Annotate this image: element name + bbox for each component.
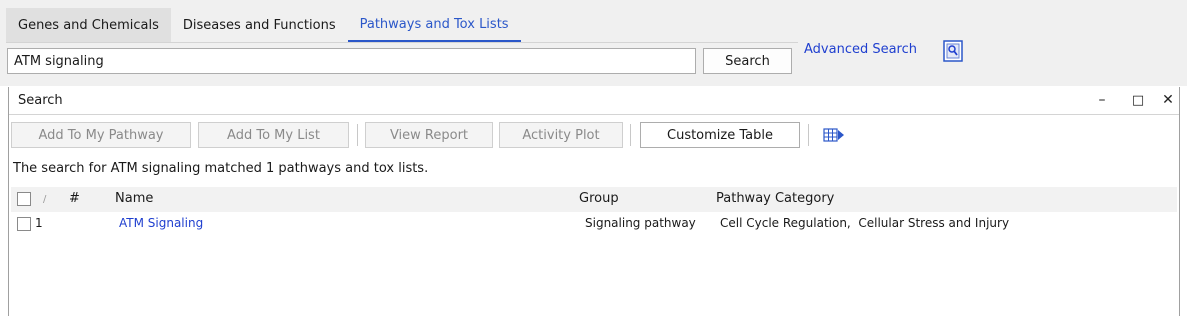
table-header: / # Name Group Pathway Category	[11, 187, 1177, 212]
results-toolbar: Add To My Pathway Add To My List View Re…	[9, 120, 1179, 148]
results-table: / # Name Group Pathway Category 1 ATM Si…	[11, 187, 1177, 237]
toolbar-separator	[808, 124, 809, 146]
close-icon[interactable]: ✕	[1158, 90, 1178, 110]
column-header-number[interactable]: #	[69, 191, 80, 206]
minimize-icon[interactable]: –	[1092, 90, 1112, 110]
toolbar-separator	[630, 124, 631, 146]
panel-title: Search	[18, 93, 63, 108]
select-all-checkbox[interactable]	[17, 192, 31, 206]
add-to-my-list-button[interactable]: Add To My List	[198, 122, 349, 148]
row-checkbox[interactable]	[17, 217, 31, 231]
search-button[interactable]: Search	[703, 48, 792, 74]
advanced-search-link[interactable]: Advanced Search	[804, 42, 917, 57]
search-tabs: Genes and Chemicals Diseases and Functio…	[6, 8, 521, 42]
panel-header: Search – □ ✕	[9, 87, 1179, 115]
maximize-icon[interactable]: □	[1128, 90, 1148, 110]
search-results-panel: Search – □ ✕ Add To My Pathway Add To My…	[8, 87, 1180, 316]
tab-diseases-and-functions[interactable]: Diseases and Functions	[171, 8, 348, 42]
row-group: Signaling pathway	[585, 216, 696, 230]
row-number: 1	[35, 216, 43, 230]
toolbar-separator	[357, 124, 358, 146]
column-header-group[interactable]: Group	[579, 191, 619, 206]
tab-pathways-and-tox-lists[interactable]: Pathways and Tox Lists	[347, 8, 521, 42]
customize-table-button[interactable]: Customize Table	[640, 122, 800, 148]
table-row[interactable]: 1 ATM Signaling Signaling pathway Cell C…	[11, 212, 1177, 237]
table-columns-icon[interactable]	[823, 126, 845, 144]
sort-icon[interactable]: /	[43, 194, 46, 205]
tab-divider	[6, 42, 798, 43]
activity-plot-button[interactable]: Activity Plot	[499, 122, 623, 148]
tab-genes-and-chemicals[interactable]: Genes and Chemicals	[6, 8, 171, 42]
column-header-name[interactable]: Name	[115, 191, 153, 206]
search-input[interactable]	[7, 48, 696, 74]
view-report-button[interactable]: View Report	[365, 122, 493, 148]
row-pathway-category: Cell Cycle Regulation, Cellular Stress a…	[720, 216, 1010, 230]
add-to-my-pathway-button[interactable]: Add To My Pathway	[11, 122, 191, 148]
pathway-name-link[interactable]: ATM Signaling	[119, 216, 203, 230]
top-bar: Genes and Chemicals Diseases and Functio…	[0, 0, 1187, 86]
advanced-search-icon[interactable]	[942, 40, 964, 62]
results-summary: The search for ATM signaling matched 1 p…	[13, 161, 429, 176]
column-header-pathway-category[interactable]: Pathway Category	[716, 191, 834, 206]
